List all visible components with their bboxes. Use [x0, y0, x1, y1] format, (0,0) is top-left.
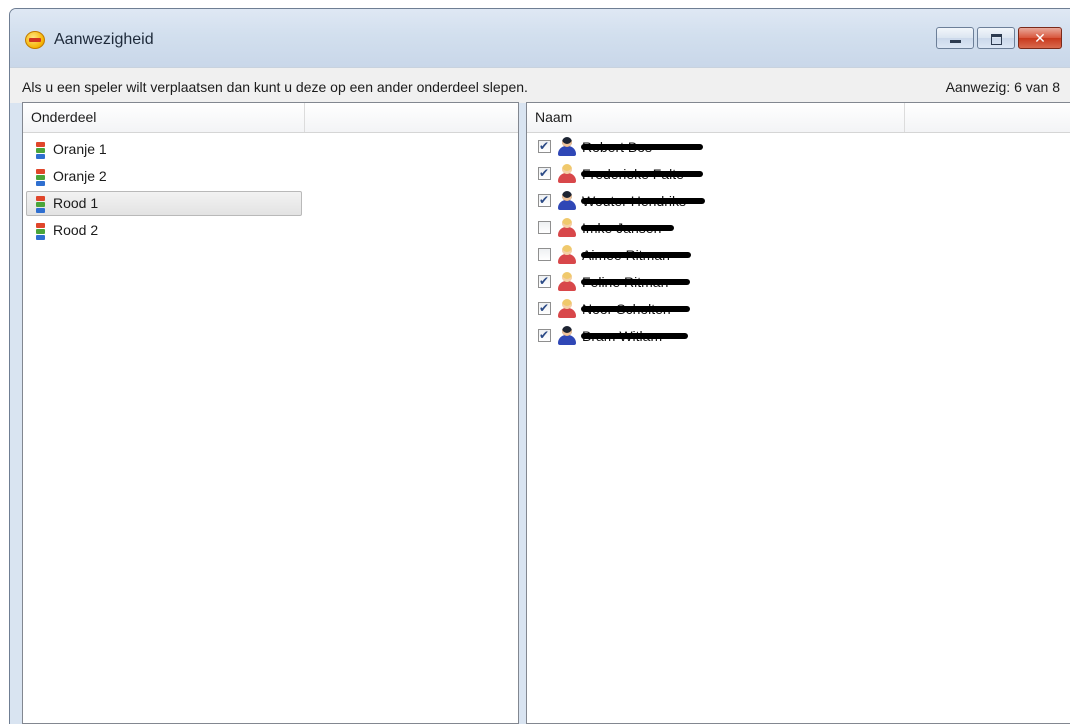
- present-checkbox[interactable]: [538, 327, 551, 343]
- female-person-icon: [557, 164, 577, 184]
- present-checkbox[interactable]: [538, 221, 551, 234]
- close-button[interactable]: ✕: [1018, 27, 1062, 49]
- male-person-icon: [557, 326, 577, 346]
- present-checkbox[interactable]: [538, 165, 551, 181]
- present-checkbox[interactable]: [538, 248, 551, 261]
- section-column-header: Onderdeel: [23, 103, 518, 133]
- present-checkbox[interactable]: [538, 138, 551, 154]
- male-person-icon: [557, 137, 577, 157]
- present-checkbox[interactable]: [538, 192, 551, 208]
- player-row[interactable]: Feline Ritman: [535, 272, 835, 294]
- redaction-strike: [581, 279, 690, 285]
- section-panel: Onderdeel Oranje 1 Oranje 2 Rood 1 Rood 2: [22, 102, 519, 724]
- column-separator[interactable]: [304, 103, 305, 132]
- column-header-onderdeel[interactable]: Onderdeel: [23, 103, 306, 132]
- section-stack-icon: [36, 142, 45, 159]
- column-separator[interactable]: [904, 103, 905, 132]
- drag-hint-text: Als u een speler wilt verplaatsen dan ku…: [22, 79, 528, 95]
- player-row[interactable]: Bram Witlam: [535, 326, 835, 348]
- redaction-strike: [581, 306, 690, 312]
- section-item-label: Rood 1: [53, 195, 99, 211]
- column-header-naam[interactable]: Naam: [527, 103, 905, 132]
- player-row[interactable]: Wouter Hendriks: [535, 191, 835, 213]
- attendance-count: Aanwezig: 6 van 8: [945, 79, 1060, 95]
- female-person-icon: [557, 218, 577, 238]
- present-checkbox[interactable]: [538, 273, 551, 289]
- player-row[interactable]: Imke Jansen: [535, 218, 835, 240]
- title-bar[interactable]: Aanwezigheid ✕: [10, 9, 1070, 67]
- section-item[interactable]: Oranje 2: [26, 164, 302, 189]
- redaction-strike: [581, 252, 691, 258]
- female-person-icon: [557, 299, 577, 319]
- redaction-strike: [581, 144, 703, 150]
- player-row[interactable]: Noor Scholten: [535, 299, 835, 321]
- redaction-strike: [581, 225, 674, 231]
- section-item-label: Oranje 2: [53, 168, 107, 184]
- section-item-label: Oranje 1: [53, 141, 107, 157]
- section-item[interactable]: Rood 1: [26, 191, 302, 216]
- player-row[interactable]: Aimee Ritman: [535, 245, 835, 267]
- redaction-strike: [581, 333, 688, 339]
- redaction-strike: [581, 171, 703, 177]
- attendance-window: Aanwezigheid ✕ Als u een speler wilt ver…: [9, 8, 1070, 724]
- section-item-label: Rood 2: [53, 222, 99, 238]
- section-stack-icon: [36, 223, 45, 240]
- player-row[interactable]: Frederieke Falte: [535, 164, 835, 186]
- section-stack-icon: [36, 196, 45, 213]
- window-controls: ✕: [933, 27, 1062, 49]
- player-row[interactable]: Robert Bos: [535, 137, 835, 159]
- present-checkbox[interactable]: [538, 300, 551, 316]
- section-item[interactable]: Rood 2: [26, 218, 302, 243]
- minimize-button[interactable]: [936, 27, 974, 49]
- players-panel: Naam Robert Bos Frederieke Falte Wouter He…: [526, 102, 1070, 724]
- section-item[interactable]: Oranje 1: [26, 137, 302, 162]
- female-person-icon: [557, 272, 577, 292]
- male-person-icon: [557, 191, 577, 211]
- section-stack-icon: [36, 169, 45, 186]
- window-title: Aanwezigheid: [54, 31, 154, 48]
- redaction-strike: [581, 198, 705, 204]
- app-logo-icon: [25, 31, 45, 49]
- players-column-header: Naam: [527, 103, 1070, 133]
- maximize-button[interactable]: [977, 27, 1015, 49]
- female-person-icon: [557, 245, 577, 265]
- info-bar: Als u een speler wilt verplaatsen dan ku…: [10, 67, 1070, 103]
